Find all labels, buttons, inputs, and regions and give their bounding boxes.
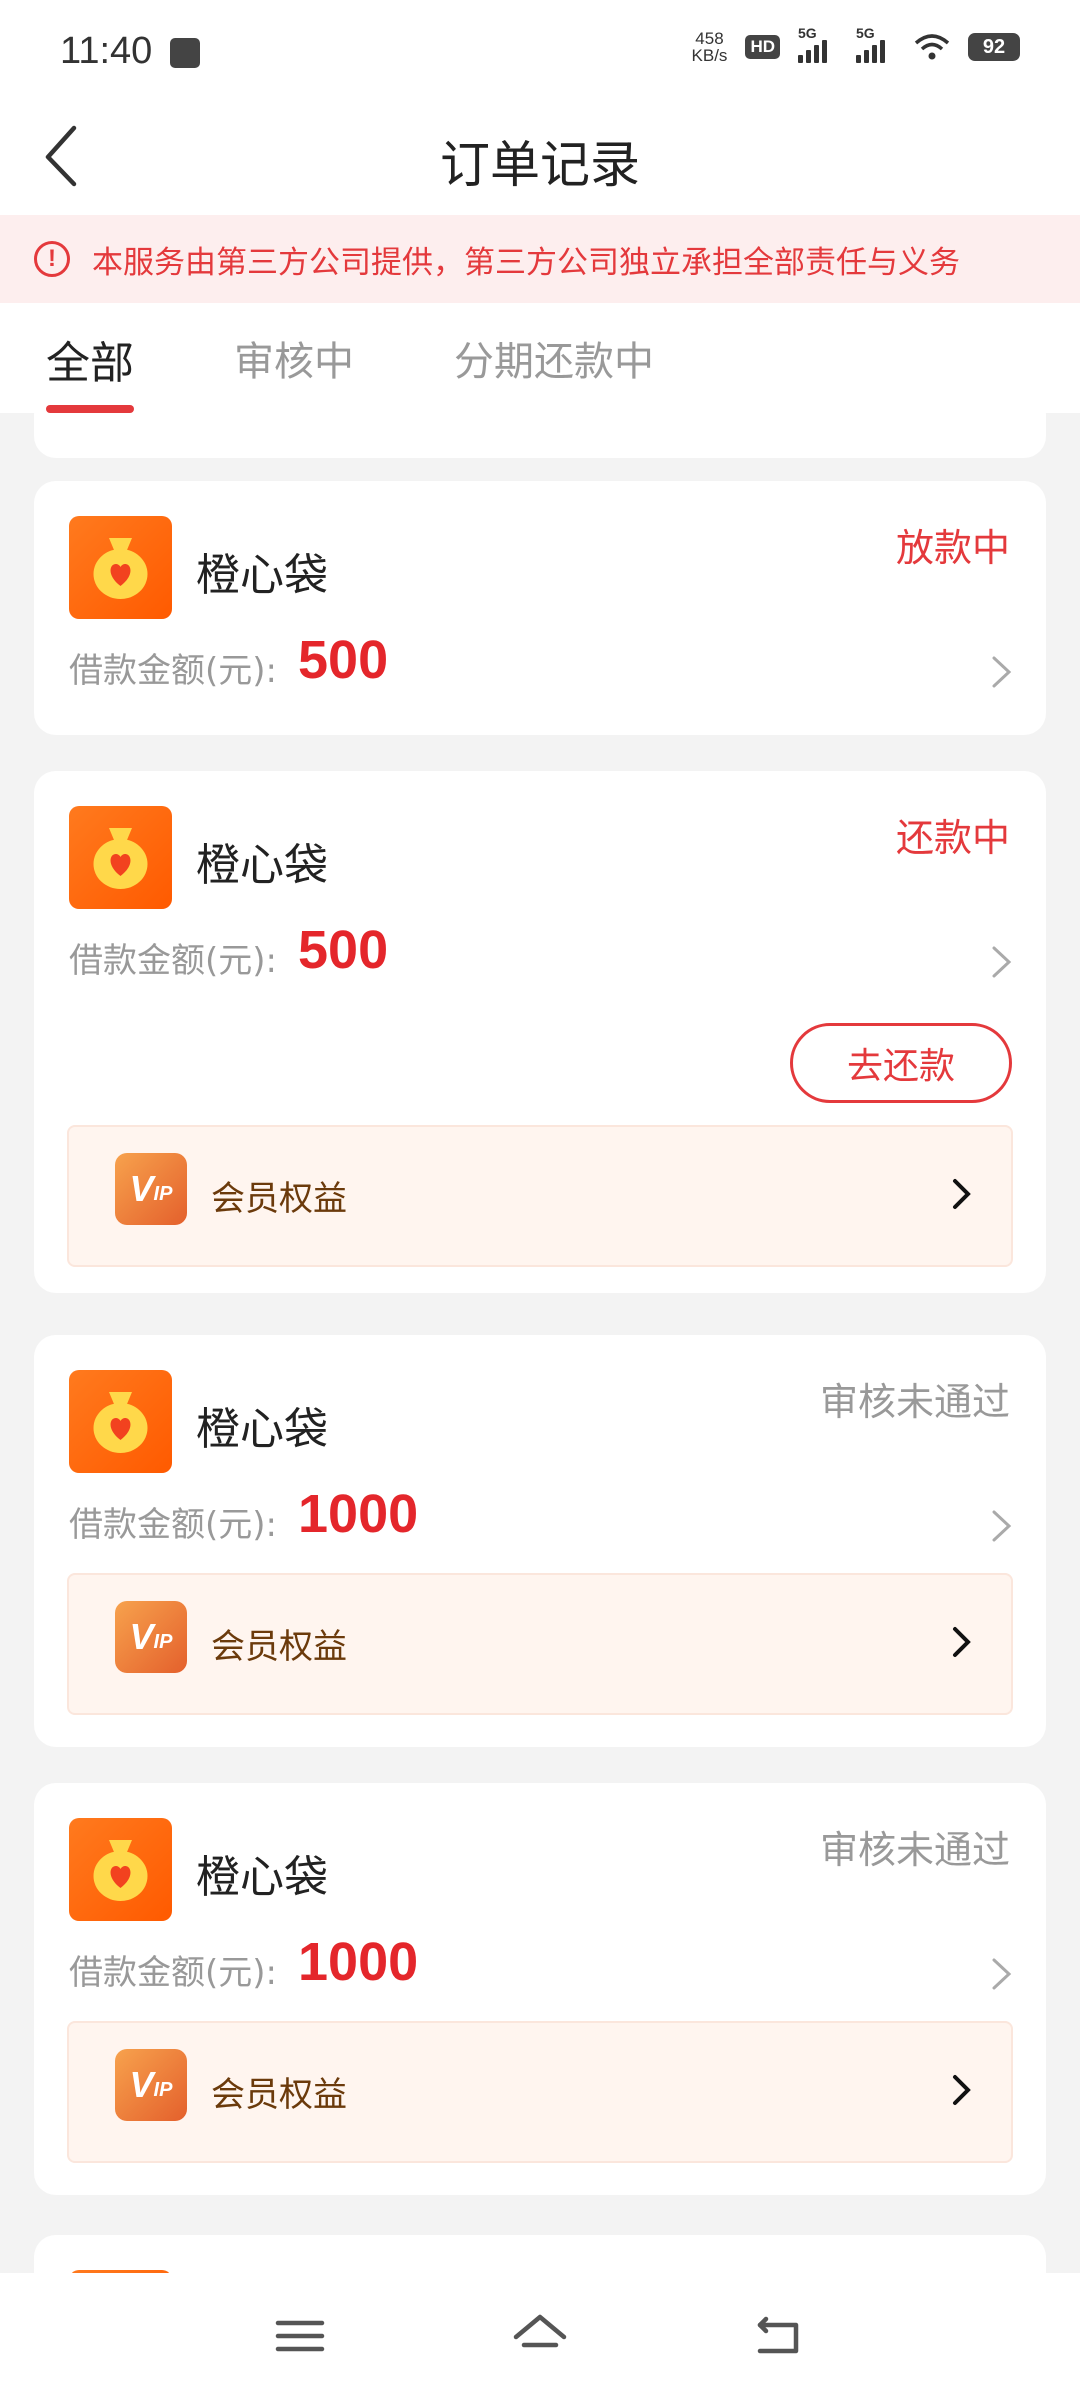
vip-logo-suffix: IP — [153, 1182, 173, 1205]
order-card[interactable]: 橙心袋 还款中 借款金额(元): 500 去还款 V IP 会员权益 — [34, 771, 1046, 1293]
vip-label: 会员权益 — [211, 1179, 347, 1219]
chevron-right-icon — [953, 1627, 971, 1657]
vip-logo-suffix: IP — [153, 1630, 173, 1653]
notice-text: 本服务由第三方公司提供，第三方公司独立承担全部责任与义务 — [92, 244, 960, 281]
chevron-right-icon — [992, 1958, 1012, 1990]
money-bag-heart-icon — [69, 1370, 172, 1473]
app-name: 橙心袋 — [196, 1404, 328, 1455]
tab-reviewing[interactable]: 审核中 — [234, 303, 354, 413]
vip-benefits-row[interactable]: V IP 会员权益 — [67, 1125, 1013, 1267]
system-nav-bar — [0, 2273, 1080, 2400]
menu-icon[interactable] — [272, 2311, 328, 2361]
amount-label: 借款金额(元): — [69, 1953, 277, 1993]
page-title: 订单记录 — [440, 136, 640, 194]
money-bag-heart-icon — [69, 1818, 172, 1921]
vip-badge-icon: V IP — [115, 1601, 187, 1673]
notification-icon — [170, 38, 200, 68]
vip-label: 会员权益 — [211, 1627, 347, 1667]
amount-label: 借款金额(元): — [69, 1505, 277, 1545]
net-speed: 458 KB/s — [692, 30, 728, 64]
app-name: 橙心袋 — [196, 1852, 328, 1903]
net-speed-unit: KB/s — [691, 46, 728, 65]
amount-value: 1000 — [298, 1484, 419, 1544]
money-bag-heart-icon — [69, 806, 172, 909]
wifi-icon — [914, 34, 950, 60]
chevron-right-icon — [992, 1510, 1012, 1542]
amount-value: 500 — [298, 630, 389, 690]
app-name: 橙心袋 — [196, 840, 328, 891]
order-card-partial — [34, 413, 1046, 458]
home-icon[interactable] — [512, 2311, 568, 2361]
chevron-right-icon — [992, 946, 1012, 978]
order-card[interactable]: 橙心袋 审核未通过 借款金额(元): 1000 V IP 会员权益 — [34, 1335, 1046, 1747]
order-status: 审核未通过 — [819, 1380, 1010, 1424]
status-indicators: 458 KB/s HD 5G 5G 92 — [692, 25, 1020, 64]
status-bar: 11:40 458 KB/s HD 5G 5G 92 — [0, 0, 1080, 100]
hd-icon: HD — [745, 35, 780, 59]
order-card-partial[interactable] — [34, 2235, 1046, 2273]
notice-banner: ! 本服务由第三方公司提供，第三方公司独立承担全部责任与义务 — [0, 215, 1080, 303]
order-status: 放款中 — [895, 526, 1010, 570]
order-status: 还款中 — [895, 816, 1010, 860]
amount-value: 500 — [298, 920, 389, 980]
order-card[interactable]: 橙心袋 审核未通过 借款金额(元): 1000 V IP 会员权益 — [34, 1783, 1046, 2195]
amount-label: 借款金额(元): — [69, 651, 277, 691]
vip-label: 会员权益 — [211, 2075, 347, 2115]
vip-logo-suffix: IP — [153, 2078, 173, 2101]
vip-benefits-row[interactable]: V IP 会员权益 — [67, 1573, 1013, 1715]
status-time: 11:40 — [60, 30, 153, 72]
back-nav-icon[interactable] — [752, 2311, 808, 2361]
tab-installment[interactable]: 分期还款中 — [454, 303, 654, 413]
vip-badge-icon: V IP — [115, 2049, 187, 2121]
chevron-right-icon — [953, 1179, 971, 1209]
exclamation-circle-icon: ! — [34, 241, 70, 277]
tab-all[interactable]: 全部 — [46, 303, 134, 413]
net-speed-value: 458 — [695, 29, 724, 48]
app-name: 橙心袋 — [196, 550, 328, 601]
tab-bar: 全部 审核中 分期还款中 — [0, 303, 1080, 413]
chevron-right-icon — [953, 2075, 971, 2105]
vip-logo-letter: V — [129, 1616, 154, 1657]
vip-benefits-row[interactable]: V IP 会员权益 — [67, 2021, 1013, 2163]
money-bag-heart-icon — [69, 516, 172, 619]
repay-button[interactable]: 去还款 — [790, 1023, 1012, 1103]
order-list[interactable]: 橙心袋 放款中 借款金额(元): 500 橙心袋 还款中 借款金额(元): 50… — [0, 413, 1080, 2273]
amount-value: 1000 — [298, 1932, 419, 1992]
signal-label: 5G — [856, 25, 875, 41]
header: 订单记录 — [0, 100, 1080, 215]
order-card[interactable]: 橙心袋 放款中 借款金额(元): 500 — [34, 481, 1046, 735]
amount-label: 借款金额(元): — [69, 941, 277, 981]
signal-label: 5G — [798, 25, 817, 41]
battery-icon: 92 — [968, 33, 1020, 61]
vip-logo-letter: V — [129, 1168, 154, 1209]
signal-icon: 5G — [856, 25, 896, 63]
vip-badge-icon: V IP — [115, 1153, 187, 1225]
chevron-right-icon — [992, 656, 1012, 688]
signal-icon: 5G — [798, 25, 838, 63]
order-status: 审核未通过 — [819, 1828, 1010, 1872]
vip-logo-letter: V — [129, 2064, 154, 2105]
